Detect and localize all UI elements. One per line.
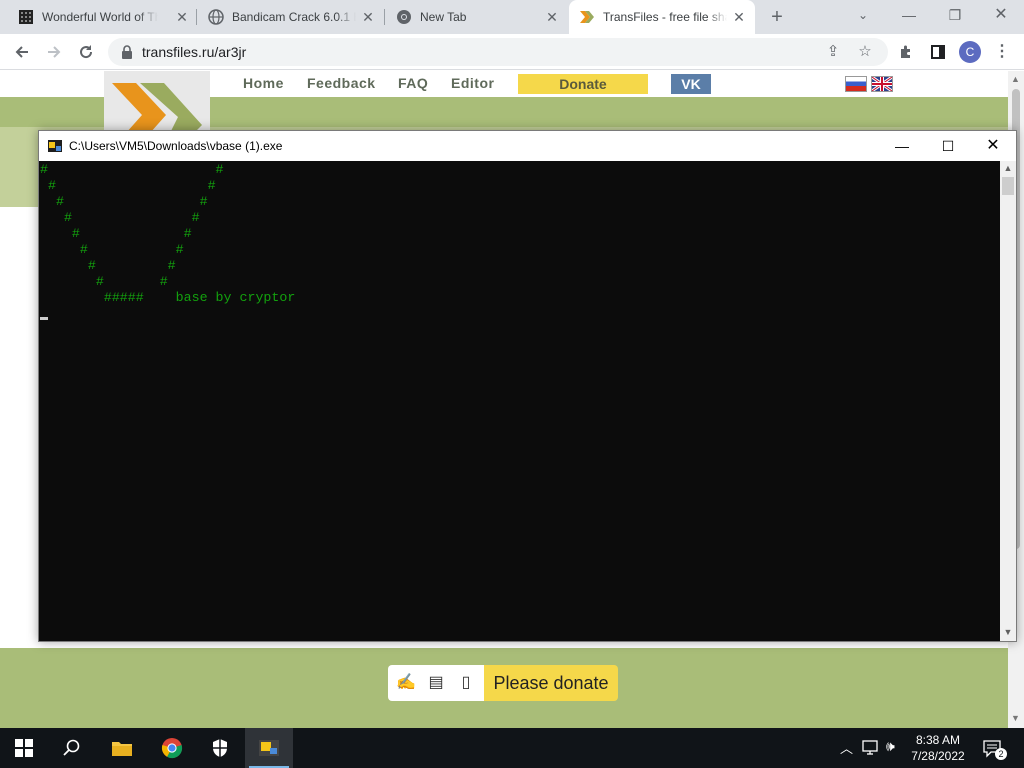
console-titlebar[interactable]: C:\Users\VM5\Downloads\vbase (1).exe — ☐… (39, 131, 1016, 161)
bookmark-star-icon[interactable]: ☆ (856, 43, 874, 61)
console-scrollbar[interactable]: ▲ ▼ (1000, 161, 1016, 641)
nav-vk-button[interactable]: VK (671, 74, 711, 94)
taskbar-clock[interactable]: 8:38 AM 7/28/2022 (896, 732, 980, 764)
search-icon (63, 739, 80, 756)
chrome-icon (161, 738, 183, 759)
russian-flag-icon[interactable] (845, 76, 867, 92)
security-taskbar-button[interactable] (196, 728, 244, 768)
side-panel-icon[interactable] (926, 40, 950, 64)
notification-center-icon[interactable]: 2 (982, 728, 1007, 768)
start-button[interactable] (0, 728, 48, 768)
folder-icon (112, 742, 132, 756)
payment-icons: ✍ ▤ ▯ (388, 665, 484, 701)
nav-home-link[interactable]: Home (243, 75, 284, 91)
console-output-text: # # # # # # # # # # # # # # # # ##### ba… (40, 162, 296, 305)
address-bar[interactable]: transfiles.ru/ar3jr ⇪ ☆ (108, 38, 888, 66)
card-icon: ▤ (428, 674, 444, 691)
tab-title: Wonderful World of Th (42, 10, 158, 26)
back-icon[interactable] (10, 40, 34, 64)
text-cursor (40, 317, 48, 320)
wallet-icon: ✍ (396, 674, 416, 691)
close-icon[interactable]: ✕ (978, 0, 1024, 34)
tab-title: Bandicam Crack 6.0.1 B (232, 10, 356, 26)
share-icon[interactable]: ⇪ (824, 43, 842, 61)
forward-icon[interactable] (42, 40, 66, 64)
console-scroll-down-icon[interactable]: ▼ (1000, 627, 1016, 637)
please-donate-button[interactable]: Please donate (484, 665, 618, 701)
console-minimize-icon[interactable]: — (879, 131, 925, 161)
network-icon[interactable] (862, 728, 880, 768)
browser-toolbar: transfiles.ru/ar3jr ⇪ ☆ C ⋮ (0, 34, 1024, 70)
scroll-down-icon[interactable]: ▼ (1011, 713, 1020, 723)
uk-flag-icon[interactable] (871, 75, 893, 93)
tab-close-icon[interactable]: ✕ (731, 9, 747, 25)
lock-icon (122, 45, 132, 59)
tab-divider (196, 9, 197, 25)
nav-faq-link[interactable]: FAQ (398, 75, 428, 91)
globe-icon (208, 9, 224, 25)
donate-banner[interactable]: ✍ ▤ ▯ Please donate (388, 665, 618, 701)
site-nav: Home Feedback FAQ Editor Donate VK (0, 71, 1008, 97)
minimize-icon[interactable]: — (886, 0, 932, 34)
app-grid-icon (19, 10, 33, 24)
tab-close-icon[interactable]: ✕ (174, 9, 190, 25)
browser-tab-strip: Wonderful World of Th ✕ Bandicam Crack 6… (0, 0, 1024, 34)
notification-count-badge: 2 (995, 748, 1007, 760)
transfiles-icon (580, 11, 594, 23)
chrome-taskbar-button[interactable] (148, 728, 196, 768)
console-scroll-up-icon[interactable]: ▲ (1000, 163, 1016, 173)
tab-close-icon[interactable]: ✕ (360, 9, 376, 25)
windows-logo-icon (15, 739, 33, 757)
console-close-icon[interactable]: ✕ (970, 131, 1016, 161)
new-tab-button[interactable]: + (767, 7, 787, 27)
tab-title: TransFiles - free file sha (603, 10, 727, 26)
clock-date: 7/28/2022 (911, 749, 965, 763)
console-window[interactable]: C:\Users\VM5\Downloads\vbase (1).exe — ☐… (38, 130, 1017, 642)
restore-icon[interactable]: ❐ (932, 0, 978, 34)
profile-avatar[interactable]: C (959, 41, 981, 63)
tab-new-tab[interactable]: New Tab ✕ (386, 0, 568, 34)
chrome-icon (397, 10, 411, 24)
console-maximize-icon[interactable]: ☐ (925, 131, 971, 161)
console-scroll-thumb[interactable] (1002, 177, 1014, 195)
tab-divider (384, 9, 385, 25)
shield-icon (213, 739, 227, 757)
clock-time: 8:38 AM (915, 733, 961, 747)
reload-icon[interactable] (74, 40, 98, 64)
console-app-icon (259, 740, 279, 756)
console-output-area[interactable]: # # # # # # # # # # # # # # # # ##### ba… (39, 161, 1000, 641)
extensions-icon[interactable] (894, 40, 918, 64)
tab-close-icon[interactable]: ✕ (544, 9, 560, 25)
nav-editor-link[interactable]: Editor (451, 75, 494, 91)
windows-taskbar: ︿ 🕪 8:38 AM 7/28/2022 2 (0, 728, 1024, 768)
tab-transfiles[interactable]: TransFiles - free file sha ✕ (569, 0, 755, 34)
phone-icon: ▯ (461, 674, 471, 691)
tab-search-icon[interactable]: ⌄ (840, 0, 886, 34)
tray-overflow-icon[interactable]: ︿ (838, 728, 856, 768)
scroll-up-icon[interactable]: ▲ (1011, 74, 1020, 84)
console-app-icon (48, 140, 62, 152)
tab-bandicam[interactable]: Bandicam Crack 6.0.1 B ✕ (198, 0, 382, 34)
url-text: transfiles.ru/ar3jr (142, 44, 247, 60)
console-taskbar-button[interactable] (245, 728, 293, 768)
console-title: C:\Users\VM5\Downloads\vbase (1).exe (69, 139, 283, 153)
nav-feedback-link[interactable]: Feedback (307, 75, 376, 91)
tab-wonderful-world[interactable]: Wonderful World of Th ✕ (8, 0, 194, 34)
file-explorer-button[interactable] (98, 728, 146, 768)
nav-donate-button[interactable]: Donate (518, 74, 648, 94)
taskbar-search-button[interactable] (48, 728, 96, 768)
menu-kebab-icon[interactable]: ⋮ (990, 40, 1014, 64)
tab-title: New Tab (420, 10, 530, 26)
